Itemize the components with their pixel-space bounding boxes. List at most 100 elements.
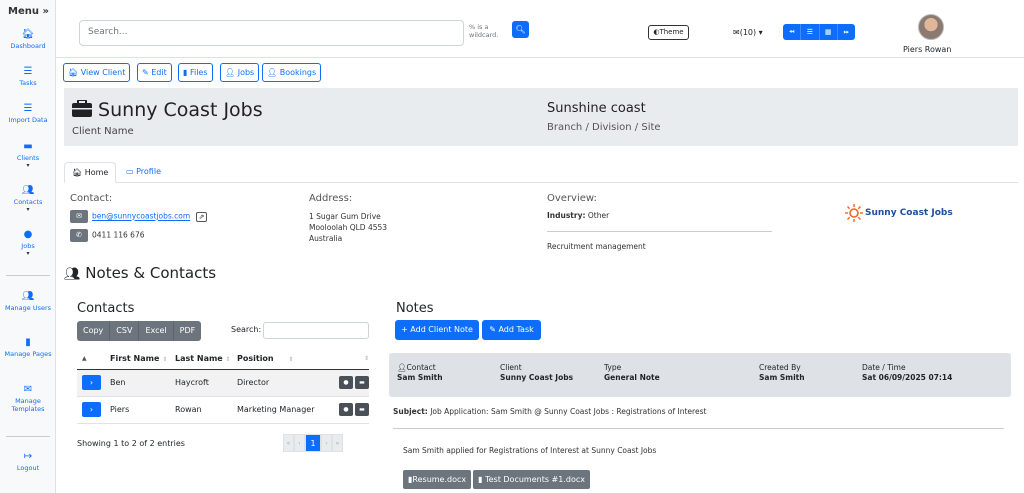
home-icon: 🏠︎ [68,68,79,77]
file-icon: ▮ [25,337,31,348]
user-icon: 👤︎ [225,68,236,77]
top-navbar: Search... % is a wildcard. 🔍︎ ◐Theme ✉(10… [56,0,1024,58]
edit-icon: ✎ [142,68,149,77]
overview-label: Overview: [547,193,597,204]
wildcard-hint: % is a wildcard. [469,23,499,39]
list-icon: ☰ [23,66,33,77]
menu-toggle[interactable]: Menu » [8,6,49,17]
note-subject: Subject: Job Application: Sam Smith @ Su… [393,407,707,416]
users-icon: 👥︎ [21,185,35,196]
sidebar-item-manage-users[interactable]: 👥︎ Manage Users [0,291,56,312]
note-client: Client Sunny Coast Jobs [500,363,574,382]
sidebar-item-manage-pages[interactable]: ▮ Manage Pages [0,337,56,358]
bookings-button[interactable]: 👤︎ Bookings [262,63,322,82]
message-icon[interactable]: ▬ [355,376,369,389]
user-circle-icon: ● [23,229,33,240]
column-header-last-name[interactable]: Last Name ⇕ [175,349,237,370]
expand-row-button[interactable]: › [82,402,101,417]
copy-button[interactable]: Copy [77,321,111,341]
last-page-button[interactable]: » [332,434,343,452]
branch-title: Sunshine coast [547,101,646,116]
sidebar-divider [6,275,50,276]
sidebar-item-jobs[interactable]: ● Jobs ▾ [0,229,56,258]
external-link-icon[interactable]: ⇗ [195,211,208,222]
excel-button[interactable]: Excel [139,321,174,341]
theme-button[interactable]: ◐Theme [648,25,689,40]
note-attachments: ▮Resume.docx ▮ Test Documents #1.docx [403,467,592,489]
address-label: Address: [309,193,353,204]
pdf-button[interactable]: PDF [173,321,202,341]
sidebar-item-logout[interactable]: ↦ Logout [0,451,56,472]
phone-icon[interactable]: ✆ [70,229,88,242]
forward-icon[interactable]: ⏩︎ [837,24,855,40]
export-button-group: Copy CSV Excel PDF [77,321,202,341]
search-button[interactable]: 🔍︎ [512,21,529,38]
files-button[interactable]: ▮ Files [178,63,213,82]
comment-icon[interactable]: ● [339,403,353,416]
column-header-first-name[interactable]: First Name ⇕ [110,349,175,370]
view-client-button[interactable]: 🏠︎ View Client [63,63,131,82]
caret-down-icon: ▾ [26,206,30,213]
address-block: 1 Sugar Gum Drive Mooloolah QLD 4553 Aus… [309,212,388,243]
sidebar-divider [6,436,50,437]
industry-row: Industry: Other [547,211,610,220]
sidebar-item-manage-templates[interactable]: ✉ Manage Templates [0,384,56,413]
edit-button[interactable]: ✎ Edit [137,63,172,82]
sidebar-item-clients[interactable]: ▬ Clients ▾ [0,141,56,170]
list-icon: ☰ [23,103,33,114]
users-icon: 👥︎ [64,267,81,282]
caret-down-icon: ▾ [26,162,30,169]
message-icon[interactable]: ▬ [355,403,369,416]
contacts-heading: Contacts [77,301,135,316]
grid-icon[interactable]: ▦ [819,24,838,40]
expand-row-button[interactable]: › [82,375,101,390]
comment-icon[interactable]: ● [339,376,353,389]
home-icon: 🏠︎ [72,168,83,177]
sidebar-item-dashboard[interactable]: 🏠︎ Dashboard [0,29,56,50]
table-header-row: ▲ First Name ⇕ Last Name ⇕ Position ⇕ ⇕ [77,349,369,370]
page-1-button[interactable]: 1 [305,434,321,452]
branch-label: Branch / Division / Site [547,122,661,133]
csv-button[interactable]: CSV [110,321,140,341]
add-client-note-button[interactable]: + Add Client Note [395,320,479,340]
table-row: › Piers Rowan Marketing Manager ● ▬ [77,396,369,424]
sidebar-item-contacts[interactable]: 👥︎ Contacts ▾ [0,185,56,214]
contact-email-link[interactable]: ben@sunnycoastjobs.com [92,212,190,221]
jobs-button[interactable]: 👤︎ Jobs [220,63,260,82]
envelope-icon[interactable]: ✉ [70,210,88,223]
rewind-icon[interactable]: ⏪︎ [783,24,802,40]
user-icon: 👤︎ [267,68,278,77]
file-icon: ▮ [183,68,188,77]
search-input[interactable]: Search... [79,20,464,46]
monitor-icon: ▭ [126,167,134,176]
tab-home[interactable]: 🏠︎ Home [64,162,117,183]
note-card-header: 👤︎Contact Sam Smith Client Sunny Coast Job… [389,353,1011,397]
nav-button-group: ⏪︎ ☰ ▦ ⏩︎ [783,24,855,40]
overview-divider [547,231,772,232]
notes-heading: Notes [396,301,434,316]
tab-profile[interactable]: ▭ Profile [119,162,168,183]
note-type: Type General Note [604,363,660,382]
first-page-button[interactable]: « [283,434,294,452]
list-icon[interactable]: ☰ [801,24,820,40]
briefcase-icon: ▬ [23,141,33,152]
attachment-button[interactable]: ▮ Test Documents #1.docx [473,470,590,489]
next-page-button[interactable]: › [321,434,332,452]
note-body: Sam Smith applied for Registrations of I… [403,446,657,455]
prev-page-button[interactable]: ‹ [294,434,305,452]
add-task-button[interactable]: ✎ Add Task [482,320,541,340]
home-icon: 🏠︎ [21,29,35,40]
notes-contacts-heading: 👥︎ Notes & Contacts [64,264,217,282]
sidebar-item-import-data[interactable]: ☰ Import Data [0,103,56,124]
table-info: Showing 1 to 2 of 2 entries [77,439,185,448]
file-icon: ▮ [478,475,483,484]
contacts-search-input[interactable] [263,322,369,339]
column-header-position[interactable]: Position ⇕ [237,349,322,370]
avatar[interactable] [918,14,944,40]
sidebar-item-tasks[interactable]: ☰ Tasks [0,66,56,87]
mail-dropdown[interactable]: ✉(10) ▾ [733,28,763,37]
sort-icon[interactable]: ▲ [77,349,110,370]
attachment-button[interactable]: ▮Resume.docx [403,470,472,489]
user-icon: 👤︎ [397,363,407,372]
contact-email-row: ✉ ben@sunnycoastjobs.com ⇗ [70,210,208,223]
